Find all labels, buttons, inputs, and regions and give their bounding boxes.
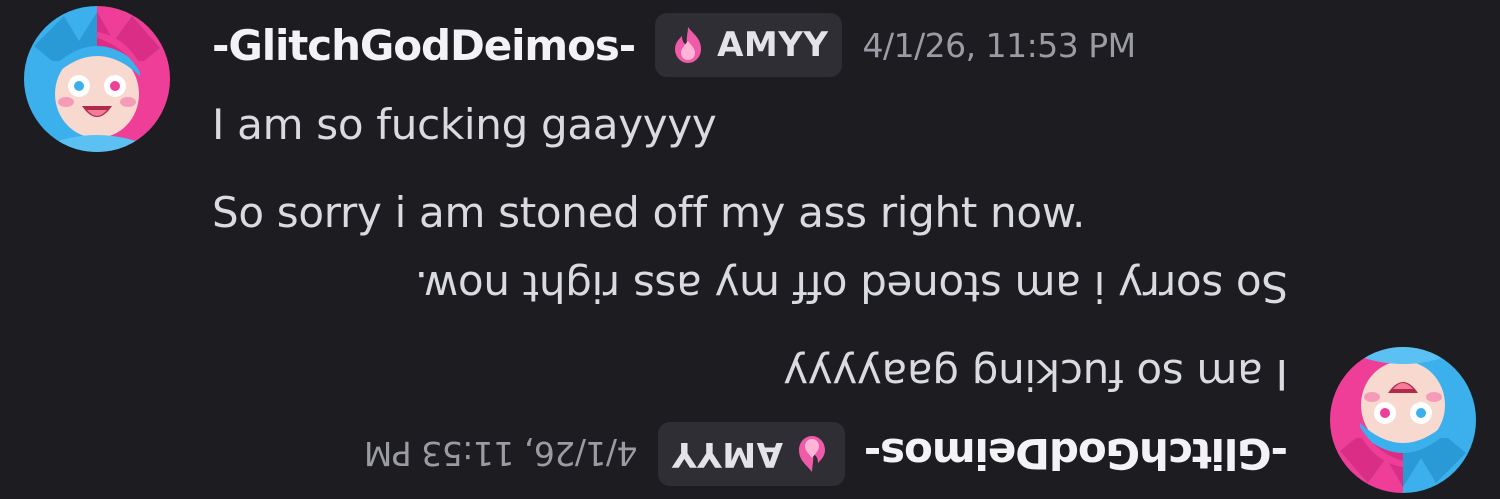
message-line: I am so fucking gaayyyy bbox=[783, 350, 1288, 399]
avatar-image bbox=[24, 6, 170, 152]
server-tag[interactable]: AMYY bbox=[655, 13, 843, 77]
message-line: So sorry i am stoned off my ass right no… bbox=[212, 188, 1086, 237]
chat-message-rotated: -GlitchGodDeimos- AMYY 4/1/26, 11:53 PM … bbox=[0, 249, 1500, 499]
chat-message: -GlitchGodDeimos- AMYY 4/1/26, 11:53 PM … bbox=[0, 0, 1500, 250]
message-line: So sorry i am stoned off my ass right no… bbox=[414, 262, 1288, 311]
server-tag-label: AMYY bbox=[717, 25, 829, 65]
timestamp[interactable]: 4/1/26, 11:53 PM bbox=[862, 26, 1136, 65]
message-line: I am so fucking gaayyyy bbox=[212, 100, 717, 149]
username[interactable]: -GlitchGodDeimos- bbox=[865, 430, 1288, 479]
server-tag-label: AMYY bbox=[671, 434, 783, 474]
pink-flame-icon bbox=[675, 27, 702, 63]
pink-flame-icon bbox=[798, 436, 825, 472]
avatar-image bbox=[1330, 347, 1476, 493]
username[interactable]: -GlitchGodDeimos- bbox=[212, 21, 636, 70]
avatar[interactable] bbox=[24, 6, 170, 152]
message-header: -GlitchGodDeimos- AMYY 4/1/26, 11:53 PM bbox=[212, 8, 1136, 82]
avatar[interactable] bbox=[1330, 347, 1476, 493]
message-header: -GlitchGodDeimos- AMYY 4/1/26, 11:53 PM bbox=[364, 417, 1288, 491]
server-tag[interactable]: AMYY bbox=[657, 422, 845, 486]
timestamp[interactable]: 4/1/26, 11:53 PM bbox=[364, 435, 637, 474]
